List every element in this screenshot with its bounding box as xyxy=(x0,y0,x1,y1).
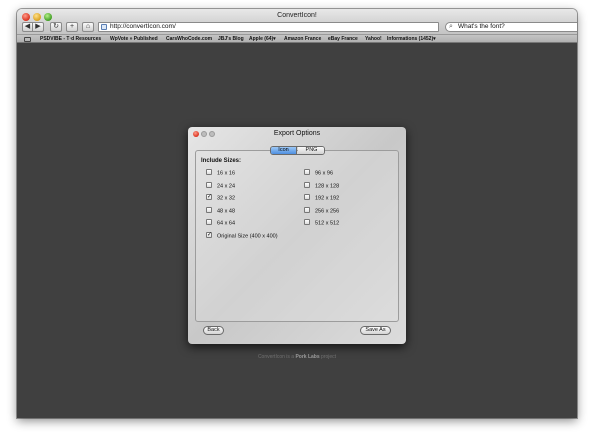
size-option[interactable]: 256 x 256 xyxy=(304,207,340,215)
size-label: 96 x 96 xyxy=(315,170,334,177)
size-option[interactable]: 16 x 16 xyxy=(206,169,236,177)
original-size-label: Original Size (400 x 400) xyxy=(217,233,278,240)
size-option[interactable]: 512 x 512 xyxy=(304,219,340,227)
bookmarks-book-icon[interactable] xyxy=(24,37,31,42)
original-size-option[interactable]: ✓ Original Size (400 x 400) xyxy=(206,232,278,240)
window-title: ConvertIcon! xyxy=(277,12,317,19)
footer-link[interactable]: Pork Labs xyxy=(295,354,319,360)
size-label: 192 x 192 xyxy=(315,195,340,202)
tab-icon[interactable]: Icon xyxy=(271,147,297,154)
size-label: 64 x 64 xyxy=(217,220,236,227)
size-option[interactable]: 24 x 24 xyxy=(206,182,236,190)
size-option[interactable]: 96 x 96 xyxy=(304,169,334,177)
back-button[interactable]: ◀ xyxy=(22,22,33,32)
address-bar[interactable]: http://convertIcon.com/ xyxy=(98,22,439,32)
home-button[interactable]: ⌂ xyxy=(82,22,94,32)
footer-suffix: project xyxy=(321,354,337,360)
checkbox[interactable]: ✓ xyxy=(206,194,212,200)
checkbox[interactable] xyxy=(206,169,212,175)
browser-titlebar: ConvertIcon! ◀ ▶ ↻ + ⌂ http://convertIco… xyxy=(17,9,577,43)
tab-control: Icon PNG xyxy=(270,146,325,155)
size-label: 24 x 24 xyxy=(217,183,236,190)
size-label: 16 x 16 xyxy=(217,170,236,177)
size-label: 32 x 32 xyxy=(217,195,236,202)
size-option[interactable]: 48 x 48 xyxy=(206,207,236,215)
footer-text: ConvertIcon is a xyxy=(257,354,295,360)
checkbox[interactable] xyxy=(206,219,212,225)
size-label: 256 x 256 xyxy=(315,208,340,215)
reload-button[interactable]: ↻ xyxy=(50,22,62,32)
export-options-dialog: Export Options Icon PNG Include Sizes: 1… xyxy=(188,127,406,344)
page-footer: ConvertIcon is a Pork Labs project xyxy=(17,354,577,360)
size-label: 128 x 128 xyxy=(315,183,340,190)
checkbox[interactable] xyxy=(304,194,310,200)
size-option[interactable]: ✓ 32 x 32 xyxy=(206,194,236,202)
checkbox[interactable] xyxy=(206,182,212,188)
checkbox[interactable] xyxy=(304,169,310,175)
size-option[interactable]: 64 x 64 xyxy=(206,219,236,227)
checkbox[interactable] xyxy=(304,219,310,225)
dialog-title: Export Options xyxy=(273,130,321,137)
page-content: Export Options Icon PNG Include Sizes: 1… xyxy=(17,43,577,418)
checkbox[interactable] xyxy=(304,207,310,213)
search-input[interactable]: ⌕ What's the font? xyxy=(445,22,577,32)
size-label: 512 x 512 xyxy=(315,220,340,227)
search-text: What's the font? xyxy=(458,23,505,30)
size-label: 48 x 48 xyxy=(217,208,236,215)
size-option[interactable]: 192 x 192 xyxy=(304,194,340,202)
back-button[interactable]: Back xyxy=(203,326,224,335)
search-icon: ⌕ xyxy=(449,23,453,30)
size-option[interactable]: 128 x 128 xyxy=(304,182,340,190)
forward-button[interactable]: ▶ xyxy=(33,22,44,32)
save-as-button[interactable]: Save As xyxy=(360,326,391,335)
checkbox[interactable] xyxy=(206,207,212,213)
bookmarks-bar: PSDVIBE - T·d Resources WpVote » Publish… xyxy=(17,34,577,43)
add-bookmark-button[interactable]: + xyxy=(66,22,78,32)
include-sizes-label: Include Sizes: xyxy=(201,158,242,164)
checkbox[interactable]: ✓ xyxy=(206,232,212,238)
browser-window: ConvertIcon! ◀ ▶ ↻ + ⌂ http://convertIco… xyxy=(17,9,577,418)
checkbox[interactable] xyxy=(304,182,310,188)
site-icon xyxy=(101,24,107,30)
url-text: http://convertIcon.com/ xyxy=(110,23,176,30)
tab-png[interactable]: PNG xyxy=(298,147,324,154)
